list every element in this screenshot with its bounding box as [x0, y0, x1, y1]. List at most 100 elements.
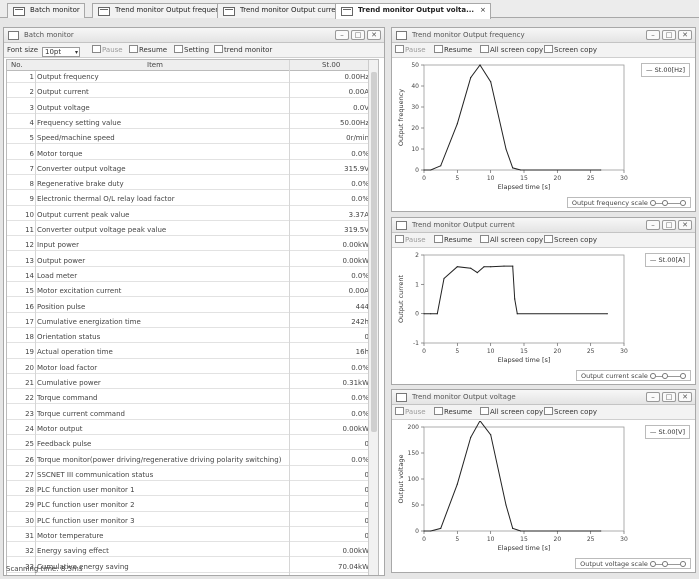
close-button[interactable]: ✕ — [678, 220, 692, 230]
table-row[interactable]: 29 PLC function user monitor 2 0 — [7, 500, 369, 512]
all-screen-copy-button[interactable]: All screen copy — [480, 407, 543, 418]
slider-minus-icon[interactable] — [650, 373, 656, 379]
resume-button[interactable]: Resume — [434, 407, 472, 418]
table-row[interactable]: 26 Torque monitor(power driving/regenerat… — [7, 455, 369, 466]
tab-label: Trend monitor Output frequency — [115, 6, 228, 14]
trend-monitor-button[interactable]: trend monitor — [214, 45, 272, 56]
close-button[interactable]: ✕ — [367, 30, 381, 40]
scale-control[interactable]: Output frequency scale — [566, 197, 691, 208]
slider-thumb[interactable] — [662, 373, 668, 379]
tab-trend-output-frequency[interactable]: Trend monitor Output frequency — [92, 3, 233, 18]
table-row[interactable]: 6 Motor torque 0.0% — [7, 149, 369, 160]
row-number: 6 — [29, 149, 34, 158]
table-row[interactable]: 11 Converter output voltage peak value 319… — [7, 225, 369, 237]
row-number: 20 — [25, 363, 34, 372]
screen-copy-button[interactable]: Screen copy — [544, 235, 597, 246]
scale-control[interactable]: Output current scale — [576, 370, 691, 381]
table-row[interactable]: 28 PLC function user monitor 1 0 — [7, 485, 369, 497]
table-row[interactable]: 13 Output power 0.00kW — [7, 256, 369, 267]
table-row[interactable]: 4 Frequency setting value 50.00Hz — [7, 118, 369, 130]
scale-slider[interactable] — [650, 200, 686, 206]
chart-area: 0 5 10 15 20 25 30 0 10 20 30 40 50 Elapsed time [s] O… — [394, 59, 693, 194]
table-row[interactable]: 15 Motor excitation current 0.00A — [7, 286, 369, 298]
tab-trend-output-current[interactable]: Trend monitor Output current — [217, 3, 348, 18]
table-row[interactable]: 25 Feedback pulse 0 — [7, 439, 369, 451]
close-button[interactable]: ✕ — [678, 392, 692, 402]
table-row[interactable]: 30 PLC function user monitor 3 0 — [7, 516, 369, 527]
table-row[interactable]: 23 Torque current command 0.0% — [7, 409, 369, 420]
table-row[interactable]: 9 Electronic thermal O/L relay load facto… — [7, 194, 369, 206]
monitor-icon — [13, 7, 25, 16]
row-value: 0 — [364, 333, 369, 342]
table-row[interactable]: 22 Torque command 0.0% — [7, 393, 369, 405]
table-row[interactable]: 27 SSCNET III communication status 0 — [7, 470, 369, 481]
copy-icon — [480, 235, 489, 243]
table-row[interactable]: 5 Speed/machine speed 0r/min — [7, 133, 369, 145]
scale-slider[interactable] — [650, 373, 686, 379]
trend-chart: 0 5 10 15 20 25 30 0 10 20 30 40 50 Elapsed time [s] O… — [397, 62, 628, 191]
resume-button[interactable]: Resume — [129, 45, 167, 56]
pause-button[interactable]: Pause — [395, 235, 426, 246]
table-row[interactable]: 24 Motor output 0.00kW — [7, 424, 369, 436]
table-row[interactable]: 16 Position pulse 444 — [7, 302, 369, 313]
maximize-button[interactable]: □ — [662, 392, 676, 402]
scroll-thumb[interactable] — [371, 72, 377, 432]
vertical-scrollbar[interactable] — [368, 60, 378, 575]
tab-trend-output-voltage[interactable]: Trend monitor Output volta... × — [335, 3, 491, 19]
maximize-button[interactable]: □ — [662, 30, 676, 40]
screen-copy-button[interactable]: Screen copy — [544, 45, 597, 56]
table-row[interactable]: 18 Orientation status 0 — [7, 332, 369, 344]
font-size-select[interactable]: 10pt — [42, 47, 80, 57]
slider-minus-icon[interactable] — [650, 200, 656, 206]
scale-control[interactable]: Output voltage scale — [575, 558, 691, 569]
data-point — [512, 527, 514, 529]
all-screen-copy-button[interactable]: All screen copy — [480, 235, 543, 246]
table-row[interactable]: 8 Regenerative brake duty 0.0% — [7, 179, 369, 191]
screen-copy-button[interactable]: Screen copy — [544, 407, 597, 418]
slider-minus-icon[interactable] — [650, 561, 656, 567]
slider-thumb[interactable] — [662, 561, 668, 567]
scale-slider[interactable] — [650, 561, 686, 567]
row-number: 23 — [25, 409, 34, 418]
table-row[interactable]: 17 Cumulative energization time 242h — [7, 317, 369, 328]
legend-series-name: St.00[Hz] — [654, 66, 685, 74]
maximize-button[interactable]: □ — [662, 220, 676, 230]
all-screen-copy-button[interactable]: All screen copy — [480, 45, 543, 56]
table-row[interactable]: 14 Load meter 0.0% — [7, 271, 369, 283]
table-row[interactable]: 32 Energy saving effect 0.00kW — [7, 546, 369, 558]
tab-batch-monitor[interactable]: Batch monitor — [7, 3, 85, 18]
table-row[interactable]: 10 Output current peak value 3.37A — [7, 210, 369, 221]
minimize-button[interactable]: – — [335, 30, 349, 40]
close-button[interactable]: ✕ — [678, 30, 692, 40]
slider-plus-icon[interactable] — [680, 561, 686, 567]
slider-thumb[interactable] — [662, 200, 668, 206]
row-item: PLC function user monitor 2 — [37, 501, 135, 510]
maximize-button[interactable]: □ — [351, 30, 365, 40]
table-row[interactable]: 7 Converter output voltage 315.9V — [7, 164, 369, 175]
table-row[interactable]: 20 Motor load factor 0.0% — [7, 363, 369, 374]
slider-plus-icon[interactable] — [680, 373, 686, 379]
table-row[interactable]: 2 Output current 0.00A — [7, 87, 369, 99]
resume-button[interactable]: Resume — [434, 45, 472, 56]
setting-button[interactable]: Setting — [174, 45, 209, 56]
table-row[interactable]: 21 Cumulative power 0.31kW — [7, 378, 369, 390]
table-row[interactable]: 1 Output frequency 0.00Hz — [7, 72, 369, 84]
pause-button[interactable]: Pause — [395, 45, 426, 56]
row-item: Electronic thermal O/L relay load factor — [37, 195, 175, 204]
pause-button[interactable]: Pause — [92, 45, 123, 56]
resume-button[interactable]: Resume — [434, 235, 472, 246]
slider-plus-icon[interactable] — [680, 200, 686, 206]
table-row[interactable]: 3 Output voltage 0.0V — [7, 103, 369, 114]
minimize-button[interactable]: – — [646, 30, 660, 40]
pause-button[interactable]: Pause — [395, 407, 426, 418]
minimize-button[interactable]: – — [646, 220, 660, 230]
y-tick-label: 150 — [408, 450, 420, 457]
x-axis-label: Elapsed time [s] — [498, 544, 551, 552]
row-number: 18 — [25, 333, 34, 342]
y-tick-label: 100 — [408, 476, 420, 483]
table-row[interactable]: 19 Actual operation time 16h — [7, 347, 369, 359]
close-tab-icon[interactable]: × — [480, 6, 486, 14]
minimize-button[interactable]: – — [646, 392, 660, 402]
table-row[interactable]: 31 Motor temperature 0 — [7, 531, 369, 543]
table-row[interactable]: 12 Input power 0.00kW — [7, 240, 369, 252]
